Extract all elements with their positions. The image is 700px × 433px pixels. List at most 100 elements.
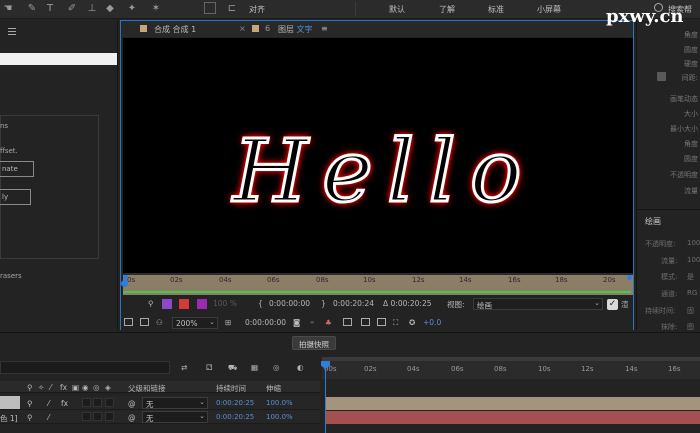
tab-layer[interactable]: 图层 文字 — [278, 24, 313, 35]
color-swatch-red[interactable] — [179, 299, 189, 309]
layer-bar-1[interactable] — [326, 397, 700, 410]
viewer-playhead[interactable] — [121, 280, 128, 287]
hand-tool-icon[interactable]: ☚ — [2, 3, 14, 15]
roto-brush-tool-icon[interactable]: ✦ — [126, 3, 138, 15]
always-preview-icon[interactable] — [124, 318, 133, 326]
table-row[interactable]: 色 1] ⚲ ⁄ @ 无 ⌄ 0:00:20:25 100.0% — [0, 410, 320, 424]
grid-icon[interactable]: ⊞ — [225, 318, 231, 327]
color-swatch-purple[interactable] — [162, 299, 172, 309]
color-management-icon[interactable]: ✪ — [409, 318, 415, 327]
parent-dropdown[interactable]: 无 ⌄ — [142, 411, 208, 423]
layer-switch-box[interactable] — [82, 412, 91, 421]
left-panel-field[interactable] — [0, 53, 117, 65]
mask-icon[interactable]: ⚇ — [156, 318, 163, 327]
graph-editor-icon[interactable]: ◐ — [297, 363, 304, 372]
paint-duration-value[interactable]: 固 — [687, 306, 694, 316]
paint-opacity-value[interactable]: 100 — [687, 239, 700, 247]
start-time[interactable]: 0:00:00:00 — [269, 299, 310, 308]
take-snapshot-button[interactable]: 拍摄快照 — [292, 336, 336, 350]
layer-switch-box[interactable] — [82, 398, 91, 407]
tab-composition[interactable]: 合成 合成 1 — [154, 24, 196, 35]
layer-collapse-icon[interactable]: ⁄ — [48, 399, 49, 408]
timeline-search-input[interactable] — [0, 361, 170, 374]
layer-switch-box[interactable] — [105, 412, 114, 421]
in-bracket-icon[interactable]: { — [258, 299, 263, 308]
show-snapshot-icon[interactable]: ⚭ — [309, 318, 315, 327]
lock-icon[interactable]: 6 — [265, 24, 270, 33]
panel-menu-icon[interactable] — [8, 28, 16, 35]
current-time[interactable]: 0:00:00:00 — [245, 318, 286, 327]
out-point-marker[interactable] — [627, 275, 632, 280]
parent-column-header[interactable]: 父级和链接 — [128, 383, 166, 394]
layer-switch-box[interactable] — [93, 412, 102, 421]
layer-switch-box[interactable] — [105, 398, 114, 407]
tab-menu-icon[interactable]: ≡ — [321, 24, 328, 33]
paint-channels-value[interactable]: RG — [687, 289, 697, 297]
adjust-column-icon: ◎ — [93, 383, 100, 392]
parent-dropdown[interactable]: 无 ⌄ — [142, 397, 208, 409]
eraser-tool-icon[interactable]: ◆ — [104, 3, 116, 15]
paint-flow-value[interactable]: 100 — [687, 256, 700, 264]
draft-3d-icon[interactable]: ⚁ — [206, 363, 213, 372]
pick-whip-icon[interactable]: @ — [128, 413, 136, 422]
spacing-checkbox[interactable] — [657, 72, 666, 81]
motion-blur-icon[interactable]: ◎ — [273, 363, 280, 372]
pick-whip-icon[interactable]: @ — [128, 399, 136, 408]
layer-name[interactable]: 色 1] — [0, 413, 18, 424]
channel-icon[interactable]: ♣ — [325, 318, 332, 327]
view-dropdown[interactable]: 绘画 ⌄ — [473, 298, 603, 310]
render-checkbox[interactable]: ✓ — [607, 299, 618, 310]
workspace-standard[interactable]: 标准 — [488, 4, 504, 15]
text-tool-icon[interactable]: T — [44, 3, 56, 15]
paint-erase-value[interactable]: 图 — [687, 322, 694, 332]
timeline-ruler[interactable]: 00s 02s 04s 06s 08s 10s 12s 14s 16s — [322, 361, 700, 379]
layer-stretch[interactable]: 100.0% — [266, 399, 293, 407]
out-bracket-icon[interactable]: } — [321, 299, 326, 308]
chevron-down-icon: ⌄ — [594, 299, 600, 307]
layer-duration[interactable]: 0:00:20:25 — [216, 399, 254, 407]
layer-switch-box[interactable] — [93, 398, 102, 407]
timeline-playhead-line[interactable] — [325, 361, 326, 433]
clone-stamp-tool-icon[interactable]: ⊥ — [86, 3, 98, 15]
layer-fx-icon[interactable]: fx — [61, 399, 68, 408]
3d-view-icon[interactable] — [377, 318, 386, 326]
exposure-value[interactable]: +0.0 — [423, 318, 441, 327]
ruler-tick: 18s — [555, 276, 568, 284]
pen-tool-icon[interactable]: ✎ — [26, 3, 38, 15]
workspace-small-screen[interactable]: 小屏幕 — [537, 4, 561, 15]
workspace-learn[interactable]: 了解 — [439, 4, 455, 15]
layer-collapse-icon[interactable]: ⁄ — [48, 413, 49, 422]
left-button-2[interactable]: ly — [0, 189, 31, 205]
layer-bar-2[interactable] — [326, 411, 700, 424]
stretch-column-header[interactable]: 伸缩 — [266, 383, 281, 394]
region-of-interest-icon[interactable] — [343, 318, 352, 326]
frame-blending-icon[interactable]: ▦ — [251, 363, 258, 372]
end-time[interactable]: 0:00:20:24 — [333, 299, 374, 308]
color-swatch-magenta[interactable] — [197, 299, 207, 309]
composition-viewer[interactable]: Hello — [123, 38, 633, 293]
flowchart-icon[interactable]: ⛶ — [393, 318, 398, 328]
layer-stretch[interactable]: 100.0% — [266, 413, 293, 421]
layer-duration[interactable]: 0:00:20:25 — [216, 413, 254, 421]
left-button-1[interactable]: nate — [0, 161, 34, 177]
walk-icon[interactable]: ⚲ — [148, 299, 154, 308]
snapshot-camera-icon[interactable]: ◙ — [293, 318, 300, 327]
transparency-grid-icon[interactable] — [361, 318, 370, 326]
paint-mode-value[interactable]: 是 — [687, 272, 694, 282]
layer-solo-icon[interactable]: ⚲ — [27, 413, 33, 422]
layer-label-color[interactable] — [0, 396, 20, 409]
puppet-pin-tool-icon[interactable]: ✶ — [150, 3, 162, 15]
snapping-checkbox[interactable] — [204, 2, 216, 14]
hello-text-layer[interactable]: Hello — [232, 128, 536, 217]
magnification-dropdown[interactable]: 200% ⌄ — [172, 317, 218, 329]
comp-flowchart-icon[interactable]: ⇄ — [181, 363, 187, 372]
composition-icon — [140, 25, 147, 32]
tab-close-icon[interactable]: × — [239, 24, 246, 33]
monitor-icon[interactable] — [140, 318, 149, 326]
table-row[interactable]: ⚲ ⁄ fx @ 无 ⌄ 0:00:20:25 100.0% — [0, 396, 320, 410]
layer-solo-icon[interactable]: ⚲ — [27, 399, 33, 408]
duration-column-header[interactable]: 持续时间 — [216, 383, 246, 394]
brush-tool-icon[interactable]: ✐ — [66, 3, 78, 15]
workspace-default[interactable]: 默认 — [389, 4, 405, 15]
shy-layers-icon[interactable]: ⛟ — [228, 363, 237, 373]
